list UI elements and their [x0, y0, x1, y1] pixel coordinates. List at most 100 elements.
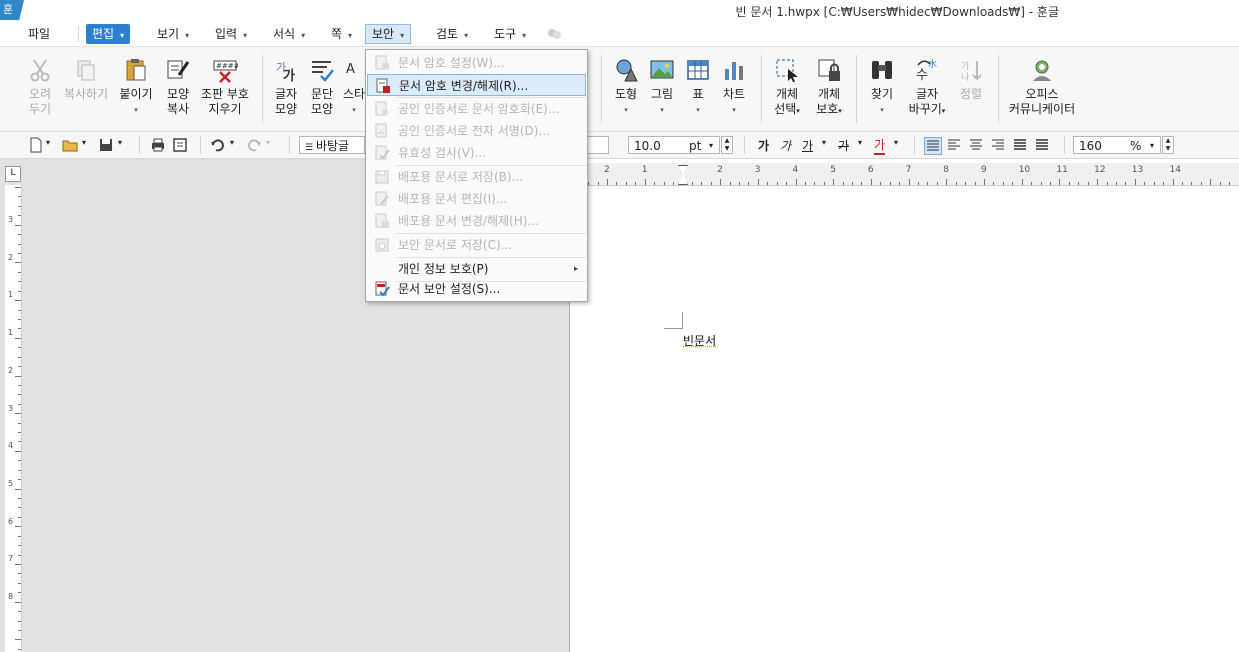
- ruler-tick: [15, 262, 21, 264]
- font-size-spinner[interactable]: ▲ ▼: [721, 136, 733, 154]
- menu-security[interactable]: 보안 ▾: [365, 24, 412, 44]
- chevron-down-icon[interactable]: ▾: [118, 138, 122, 147]
- font-size-field[interactable]: 10.0 pt ▾: [628, 136, 720, 154]
- copy-button[interactable]: 복사하기: [62, 57, 110, 102]
- document-page[interactable]: [569, 186, 1239, 652]
- menu-change-distribution-document[interactable]: 배포용 문서 변경/해제(H)...: [367, 210, 586, 232]
- print-icon[interactable]: [150, 137, 166, 153]
- replace-button[interactable]: 수水 글자 바꾸기▾: [904, 57, 950, 119]
- save-icon[interactable]: [98, 137, 114, 153]
- italic-button[interactable]: 가: [780, 137, 791, 154]
- indent-marker-icon[interactable]: [678, 165, 688, 185]
- remove-codes-button[interactable]: #### 조판 부호 지우기: [198, 57, 252, 117]
- char-shape-label-2: 모양: [274, 102, 298, 116]
- ribbon-separator: [761, 55, 762, 123]
- align-left-icon[interactable]: [946, 137, 962, 153]
- ruler-tick: [18, 328, 21, 330]
- paste-button[interactable]: 붙이기 ▾: [118, 57, 154, 118]
- ruler-label: 4: [8, 441, 14, 451]
- justify-icon[interactable]: [924, 137, 942, 155]
- menu-review[interactable]: 검토 ▾: [430, 24, 474, 44]
- menu-format[interactable]: 서식 ▾: [267, 24, 311, 44]
- select-object-button[interactable]: 개체 선택▾: [770, 57, 804, 119]
- menu-validity-check[interactable]: 유효성 검사(V)...: [367, 142, 586, 164]
- sort-button[interactable]: 가나 정렬: [954, 57, 988, 102]
- new-document-icon[interactable]: [28, 137, 44, 153]
- distribute-icon[interactable]: [1012, 137, 1028, 153]
- undo-icon[interactable]: [210, 137, 226, 153]
- font-color-button[interactable]: 가: [874, 136, 886, 155]
- para-shape-button[interactable]: 문단 모양: [306, 57, 338, 117]
- redo-icon[interactable]: [246, 137, 262, 153]
- chevron-down-icon[interactable]: ▾: [894, 138, 898, 147]
- ruler-tick: [1068, 182, 1070, 185]
- hangul-logo-icon[interactable]: 훈: [0, 0, 24, 20]
- ruler-label: 2: [8, 365, 14, 375]
- underline-button[interactable]: 가: [802, 137, 813, 154]
- shape-button[interactable]: 도형 ▾: [610, 57, 642, 118]
- horizontal-ruler[interactable]: 211234567891011121314: [569, 163, 1239, 186]
- style-button[interactable]: A 스타 ▾: [342, 57, 366, 118]
- ruler-tick: [672, 182, 674, 185]
- ruler-label: 3: [754, 165, 761, 175]
- menu-edit[interactable]: 편집 ▾: [86, 24, 131, 44]
- chevron-down-icon[interactable]: ▾: [1150, 137, 1154, 155]
- style-select[interactable]: ☰ 바탕글: [299, 136, 365, 154]
- chevron-down-icon[interactable]: ▾: [46, 138, 50, 147]
- signature-icon: [375, 123, 387, 138]
- replace-label-1: 글자: [915, 87, 939, 101]
- chevron-down-icon[interactable]: ▾: [230, 138, 234, 147]
- ruler-tick: [18, 356, 21, 358]
- chart-button[interactable]: 차트 ▾: [718, 57, 750, 118]
- table-button[interactable]: 표 ▾: [682, 57, 714, 118]
- align-right-icon[interactable]: [990, 137, 1006, 153]
- messenger-icon[interactable]: [546, 27, 562, 44]
- menu-edit-distribution-document[interactable]: 배포용 문서 편집(I)...: [367, 188, 586, 210]
- menu-encrypt-with-certificate[interactable]: 공인 인증서로 문서 암호화(E)...: [367, 98, 586, 120]
- protect-object-button[interactable]: 개체 보호▾: [812, 57, 846, 119]
- divide-icon[interactable]: [1034, 137, 1050, 153]
- ruler-tick: [18, 507, 21, 509]
- certificate-icon: [375, 101, 388, 116]
- bold-button[interactable]: 가: [758, 137, 769, 154]
- document-text[interactable]: 빈문서: [683, 332, 716, 349]
- find-button[interactable]: 찾기 ▾: [866, 57, 898, 118]
- align-center-icon[interactable]: [968, 137, 984, 153]
- menu-save-distribution-document[interactable]: 배포용 문서로 저장(B)...: [367, 166, 586, 188]
- cut-button[interactable]: 오려 두기: [24, 57, 56, 117]
- chevron-down-icon: ▾: [400, 31, 405, 40]
- chart-label: 차트: [722, 87, 746, 101]
- menu-privacy-protection[interactable]: 개인 정보 보호(P) ▸: [367, 258, 586, 280]
- menu-change-document-password[interactable]: 문서 암호 변경/해제(R)...: [367, 74, 586, 96]
- menu-document-security-settings[interactable]: 문서 보안 설정(S)...: [367, 278, 586, 300]
- chevron-down-icon[interactable]: ▾: [709, 137, 713, 155]
- strikethrough-button[interactable]: 가: [838, 137, 849, 154]
- format-painter-button[interactable]: 모양 복사: [162, 57, 194, 117]
- char-shape-button[interactable]: 가가 글자 모양: [270, 57, 302, 117]
- chevron-down-icon[interactable]: ▾: [858, 138, 862, 147]
- zoom-field[interactable]: 160 % ▾: [1073, 136, 1161, 154]
- table-icon: [687, 60, 709, 80]
- font-select[interactable]: [587, 136, 609, 154]
- office-communicator-button[interactable]: 오피스 커뮤니케이터: [1006, 57, 1078, 117]
- menu-file[interactable]: 파일: [22, 24, 56, 44]
- ruler-tick: [936, 182, 938, 185]
- chevron-down-icon[interactable]: ▾: [266, 138, 270, 147]
- menu-page[interactable]: 쪽 ▾: [325, 24, 358, 44]
- zoom-spinner[interactable]: ▲ ▼: [1162, 136, 1174, 154]
- ruler-tick: [1021, 179, 1023, 185]
- menu-view[interactable]: 보기 ▾: [151, 24, 195, 44]
- svg-text:가: 가: [961, 61, 969, 72]
- menu-insert[interactable]: 입력 ▾: [209, 24, 253, 44]
- vertical-ruler[interactable]: 3 2 1 1 2 3 4 5 6 7 8: [5, 185, 22, 652]
- menu-set-document-password[interactable]: 문서 암호 설정(W)...: [367, 52, 586, 74]
- picture-button[interactable]: 그림 ▾: [646, 57, 678, 118]
- menu-save-secure-document[interactable]: 보안 문서로 저장(C)...: [367, 234, 586, 256]
- ruler-corner-button[interactable]: L: [5, 166, 21, 182]
- open-folder-icon[interactable]: [62, 137, 78, 153]
- print-preview-icon[interactable]: [172, 137, 188, 153]
- menu-tools[interactable]: 도구 ▾: [488, 24, 532, 44]
- menu-digital-signature[interactable]: 공인 인증서로 전자 서명(D)...: [367, 120, 586, 142]
- chevron-down-icon[interactable]: ▾: [82, 138, 86, 147]
- chevron-down-icon[interactable]: ▾: [822, 138, 826, 147]
